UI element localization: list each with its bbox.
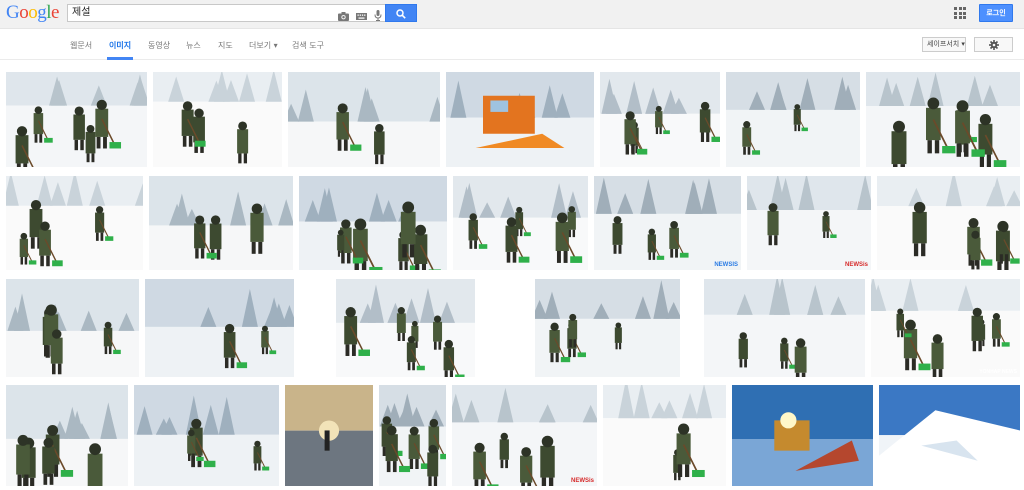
image-result[interactable] <box>145 279 294 377</box>
thumbnail-image <box>299 176 447 270</box>
thumbnail-image <box>6 385 128 486</box>
image-result[interactable] <box>879 385 1020 486</box>
image-result[interactable] <box>299 176 447 270</box>
image-result[interactable] <box>600 72 720 167</box>
image-result[interactable] <box>446 72 594 167</box>
image-result[interactable] <box>726 72 860 167</box>
image-result[interactable] <box>288 72 440 167</box>
image-result[interactable] <box>6 72 147 167</box>
thumbnail-image <box>336 279 475 377</box>
news-watermark: NEWSis <box>570 478 594 484</box>
thumbnail-image <box>134 385 279 486</box>
image-result[interactable] <box>6 385 128 486</box>
image-result[interactable] <box>149 176 293 270</box>
thumbnail-image <box>877 176 1020 270</box>
thumbnail-image <box>285 385 373 486</box>
thumbnail-image <box>866 72 1020 167</box>
image-result[interactable] <box>866 72 1020 167</box>
thumbnail-image <box>704 279 865 377</box>
thumbnail-image <box>288 72 440 167</box>
image-result[interactable] <box>153 72 282 167</box>
thumbnail-image <box>149 176 293 270</box>
thumbnail-image <box>453 176 588 270</box>
thumbnail-image <box>446 72 594 167</box>
image-result[interactable] <box>285 385 373 486</box>
thumbnail-image <box>600 72 720 167</box>
news-watermark: NEWSis <box>844 262 868 268</box>
image-result[interactable]: NEWSis <box>747 176 871 270</box>
thumbnail-image <box>6 176 143 270</box>
image-result[interactable] <box>704 279 865 377</box>
news-watermark: NEWSIS <box>714 262 738 268</box>
thumbnail-image <box>379 385 446 486</box>
image-result[interactable] <box>379 385 446 486</box>
image-results-grid: NEWSIS NEWSis YONHAP NEWS NEWSis <box>0 0 1024 490</box>
image-result[interactable] <box>877 176 1020 270</box>
image-result[interactable] <box>6 279 139 377</box>
image-result[interactable]: NEWSis <box>452 385 597 486</box>
news-watermark: YONHAP NEWS <box>979 369 1017 375</box>
thumbnail-image <box>726 72 860 167</box>
thumbnail-image <box>603 385 726 486</box>
thumbnail-image <box>145 279 294 377</box>
thumbnail-image <box>879 385 1020 486</box>
thumbnail-image <box>594 176 741 270</box>
thumbnail-image <box>732 385 873 486</box>
image-result[interactable] <box>134 385 279 486</box>
thumbnail-image <box>153 72 282 167</box>
thumbnail-image <box>6 279 139 377</box>
thumbnail-image <box>6 72 147 167</box>
image-result[interactable] <box>453 176 588 270</box>
image-result[interactable] <box>603 385 726 486</box>
image-result[interactable]: NEWSIS <box>594 176 741 270</box>
image-result[interactable] <box>6 176 143 270</box>
thumbnail-image <box>871 279 1020 377</box>
image-result[interactable] <box>535 279 680 377</box>
image-result[interactable]: YONHAP NEWS <box>871 279 1020 377</box>
thumbnail-image <box>747 176 871 270</box>
thumbnail-image <box>535 279 680 377</box>
thumbnail-image <box>452 385 597 486</box>
image-result[interactable] <box>732 385 873 486</box>
image-result[interactable] <box>336 279 475 377</box>
